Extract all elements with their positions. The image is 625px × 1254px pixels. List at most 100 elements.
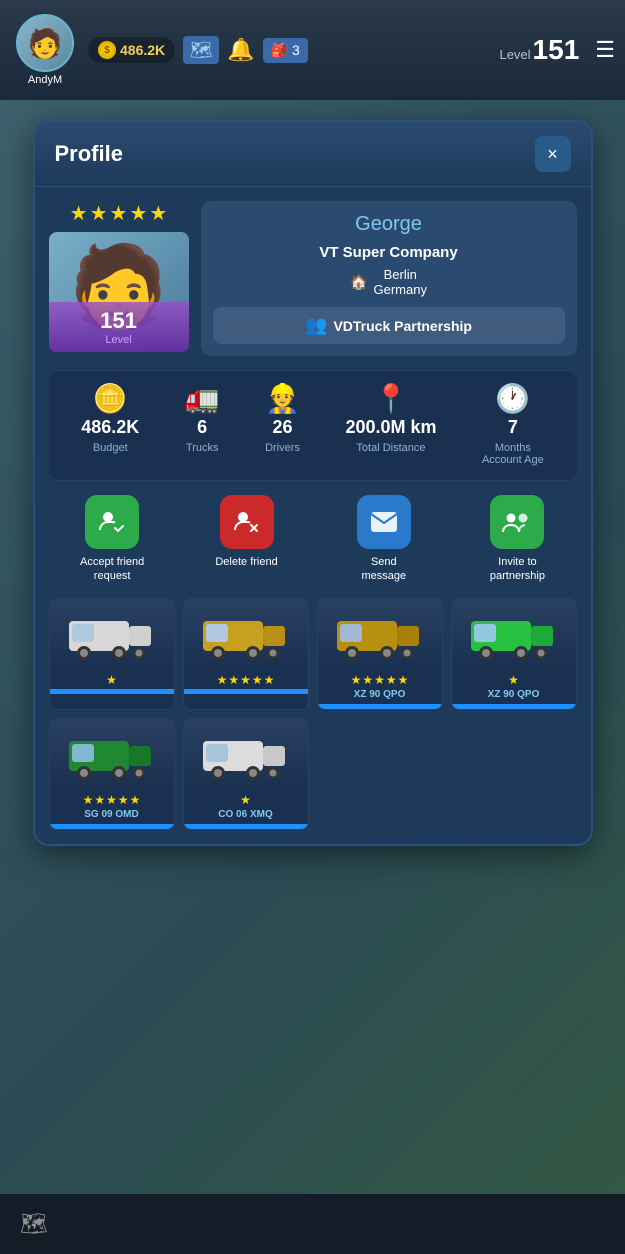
invite-partnership-button[interactable]: Invite topartnership <box>490 495 545 584</box>
truck-plate-5: SG 09 OMD <box>84 809 138 820</box>
trucks-label: Trucks <box>186 442 219 454</box>
stat-age: 🕐 7 MonthsAccount Age <box>482 385 544 466</box>
actions-section: Accept friendrequest Delete friend <box>35 481 591 598</box>
level-display: Level 151 <box>499 34 579 66</box>
invite-partnership-label: Invite topartnership <box>490 555 545 584</box>
truck-bar-5 <box>50 824 174 829</box>
partnership-icon: 👥 <box>305 315 327 336</box>
country: Germany <box>373 282 426 297</box>
truck-stars-3: ★ ★ ★ ★ ★ <box>351 673 409 687</box>
modal-header: Profile × <box>35 122 591 187</box>
truck-card-4[interactable]: ★ XZ 90 QPO <box>451 598 577 710</box>
truck-bar-3 <box>318 704 442 709</box>
level-label: Level <box>499 47 530 62</box>
stats-section: 🪙 486.2K Budget 🚛 6 Trucks 👷 26 Drivers … <box>49 370 577 481</box>
truck-image-6 <box>184 719 308 789</box>
truck-image-4 <box>452 599 576 669</box>
truck-plate-3: XZ 90 QPO <box>354 689 406 700</box>
player-name: AndyM <box>28 74 62 86</box>
location-row: 🏠 Berlin Germany <box>213 267 565 297</box>
menu-icon[interactable]: ☰ <box>595 37 615 63</box>
profile-avatar-box: 🧑 151 Level <box>49 232 189 352</box>
avatar-section: ★ ★ ★ ★ ★ 🧑 151 Level <box>49 201 189 356</box>
truck-image-5 <box>50 719 174 789</box>
truck-card-6[interactable]: ★ CO 06 XMQ <box>183 718 309 830</box>
delete-friend-label: Delete friend <box>215 555 277 569</box>
stat-budget: 🪙 486.2K Budget <box>81 385 139 466</box>
modal-title: Profile <box>55 141 123 167</box>
coins-display: $ 486.2K <box>88 37 175 63</box>
truck-card-2[interactable]: ★ ★ ★ ★ ★ <box>183 598 309 710</box>
drivers-icon: 👷 <box>265 385 300 413</box>
drivers-label: Drivers <box>265 442 300 454</box>
company-name: VT Super Company <box>213 244 565 261</box>
stat-trucks: 🚛 6 Trucks <box>185 385 220 466</box>
accept-friend-icon <box>85 495 139 549</box>
truck-stars-6: ★ <box>240 793 251 807</box>
bag-count: 3 <box>292 42 300 58</box>
distance-label: Total Distance <box>356 442 425 454</box>
rating-stars: ★ ★ ★ ★ ★ <box>49 201 189 226</box>
partnership-row: 👥 VDTruck Partnership <box>213 307 565 344</box>
truck-image-1 <box>50 599 174 669</box>
budget-label: Budget <box>93 442 128 454</box>
truck-image-3 <box>318 599 442 669</box>
age-icon: 🕐 <box>495 385 530 413</box>
profile-name: George <box>213 213 565 236</box>
truck-stars-1: ★ <box>106 673 117 687</box>
truck-image-2 <box>184 599 308 669</box>
distance-icon: 📍 <box>374 385 409 413</box>
level-badge: 151 Level <box>49 302 189 352</box>
profile-level-num: 151 <box>55 308 183 334</box>
distance-value: 200.0M km <box>345 417 436 438</box>
profile-info: George VT Super Company 🏠 Berlin Germany… <box>201 201 577 356</box>
star-1: ★ <box>70 201 88 226</box>
city: Berlin <box>373 267 426 282</box>
truck-stars-2: ★ ★ ★ ★ ★ <box>217 673 275 687</box>
bell-icon[interactable]: 🔔 <box>227 37 254 63</box>
modal-overlay: Profile × ★ ★ ★ ★ ★ 🧑 151 Level <box>0 100 625 1254</box>
profile-top: ★ ★ ★ ★ ★ 🧑 151 Level George VT Super <box>35 187 591 370</box>
avatar-image: 🧑 <box>16 14 74 72</box>
bag-display[interactable]: 🎒 3 <box>263 38 308 63</box>
stat-drivers: 👷 26 Drivers <box>265 385 300 466</box>
level-value: 151 <box>533 34 580 66</box>
truck-bar-1 <box>50 689 174 694</box>
truck-card-3[interactable]: ★ ★ ★ ★ ★ XZ 90 QPO <box>317 598 443 710</box>
trucks-icon: 🚛 <box>185 385 220 413</box>
close-button[interactable]: × <box>535 136 571 172</box>
coin-icon: $ <box>98 41 116 59</box>
profile-modal: Profile × ★ ★ ★ ★ ★ 🧑 151 Level <box>33 120 593 846</box>
bag-icon: 🎒 <box>271 42 288 59</box>
drivers-value: 26 <box>273 417 293 438</box>
star-2: ★ <box>90 201 108 226</box>
delete-friend-button[interactable]: Delete friend <box>215 495 277 584</box>
send-message-label: Send message <box>349 555 419 584</box>
accept-friend-label: Accept friendrequest <box>80 555 144 584</box>
truck-plate-4: XZ 90 QPO <box>488 689 540 700</box>
truck-card-5[interactable]: ★ ★ ★ ★ ★ SG 09 OMD <box>49 718 175 830</box>
truck-bar-4 <box>452 704 576 709</box>
delete-friend-icon <box>220 495 274 549</box>
coins-value: 486.2K <box>120 42 165 58</box>
truck-bar-2 <box>184 689 308 694</box>
trucks-grid: ★ <box>35 598 591 844</box>
truck-bar-6 <box>184 824 308 829</box>
age-value: 7 <box>508 417 518 438</box>
trucks-value: 6 <box>197 417 207 438</box>
send-message-icon <box>357 495 411 549</box>
star-5: ★ <box>149 201 167 226</box>
player-avatar[interactable]: 🧑 AndyM <box>10 14 80 86</box>
partnership-name: VDTruck Partnership <box>333 318 472 334</box>
star-4: ★ <box>129 201 147 226</box>
budget-icon: 🪙 <box>93 385 128 413</box>
topbar: 🧑 AndyM $ 486.2K 🗺 🔔 🎒 3 Level 151 ☰ <box>0 0 625 100</box>
accept-friend-button[interactable]: Accept friendrequest <box>80 495 144 584</box>
home-icon: 🏠 <box>350 274 367 291</box>
invite-partnership-icon <box>490 495 544 549</box>
send-message-button[interactable]: Send message <box>349 495 419 584</box>
truck-card-1[interactable]: ★ <box>49 598 175 710</box>
truck-stars-4: ★ <box>508 673 519 687</box>
stat-distance: 📍 200.0M km Total Distance <box>345 385 436 466</box>
map-icon[interactable]: 🗺 <box>183 36 219 64</box>
